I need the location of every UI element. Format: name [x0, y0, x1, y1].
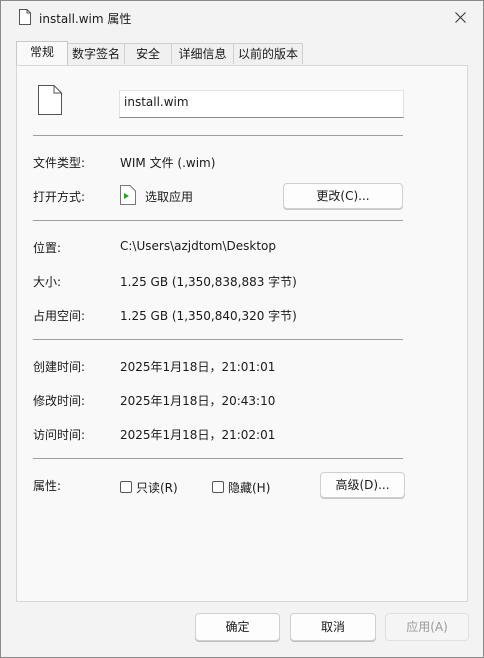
ok-button[interactable]: 确定: [195, 613, 280, 641]
window-title: install.wim 属性: [39, 12, 132, 26]
change-button[interactable]: 更改(C)...: [283, 183, 403, 209]
size-value: 1.25 GB (1,350,838,883 字节): [120, 275, 297, 289]
separator: [33, 135, 403, 136]
close-icon: [454, 11, 466, 23]
opens-with-value: 选取应用: [145, 190, 194, 204]
tab-general[interactable]: 常规: [16, 41, 68, 65]
general-panel: install.wim 文件类型: WIM 文件 (.wim) 打开方式: 选取…: [16, 65, 468, 602]
created-label: 创建时间:: [33, 360, 86, 374]
attributes-label: 属性:: [33, 479, 62, 493]
separator: [33, 458, 403, 459]
choose-app-icon: [120, 185, 136, 205]
location-label: 位置:: [33, 241, 62, 255]
opens-with-label: 打开方式:: [33, 190, 86, 204]
tab-details[interactable]: 详细信息: [171, 43, 234, 64]
file-name-input[interactable]: install.wim: [119, 90, 404, 118]
properties-dialog: install.wim 属性 常规 数字签名 安全 详细信息 以前的版本 ins…: [0, 0, 484, 658]
created-value: 2025年1月18日，21:01:01: [120, 360, 276, 374]
close-button[interactable]: [437, 1, 483, 33]
location-value: C:\Users\azjdtom\Desktop: [120, 239, 276, 253]
size-label: 大小:: [33, 275, 62, 289]
size-on-disk-value: 1.25 GB (1,350,840,320 字节): [120, 309, 297, 323]
cancel-button[interactable]: 取消: [290, 613, 376, 641]
file-icon: [19, 9, 31, 25]
advanced-button[interactable]: 高级(D)...: [320, 472, 405, 498]
tab-digital-signatures[interactable]: 数字签名: [67, 43, 125, 64]
file-type-label: 文件类型:: [33, 156, 86, 170]
hidden-checkbox[interactable]: [212, 481, 224, 493]
title-bar[interactable]: install.wim 属性: [1, 1, 483, 33]
accessed-value: 2025年1月18日，21:02:01: [120, 428, 276, 442]
readonly-checkbox[interactable]: [120, 481, 132, 493]
hidden-label[interactable]: 隐藏(H): [228, 479, 270, 496]
tab-previous-versions[interactable]: 以前的版本: [233, 43, 303, 64]
size-on-disk-label: 占用空间:: [33, 309, 86, 323]
file-type-value: WIM 文件 (.wim): [120, 156, 216, 170]
modified-value: 2025年1月18日，20:43:10: [120, 394, 276, 408]
readonly-label[interactable]: 只读(R): [136, 479, 178, 496]
modified-label: 修改时间:: [33, 394, 86, 408]
tab-security[interactable]: 安全: [124, 43, 172, 64]
apply-button[interactable]: 应用(A): [385, 613, 469, 641]
accessed-label: 访问时间:: [33, 428, 86, 442]
separator: [33, 220, 403, 221]
file-icon: [38, 85, 62, 115]
separator: [33, 339, 403, 340]
